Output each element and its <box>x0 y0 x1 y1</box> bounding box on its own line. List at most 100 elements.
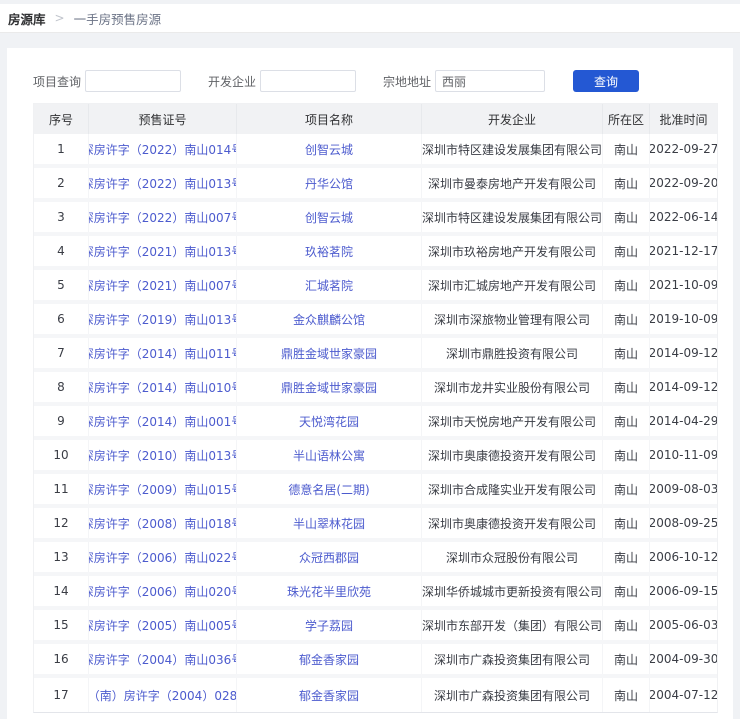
table-row: 2 深房许字（2022）南山013号 丹华公馆 深圳市曼泰房地产开发有限公司 南… <box>34 168 717 202</box>
breadcrumb: 房源库 > 一手房预售房源 <box>0 4 740 33</box>
district-cell: 南山 <box>603 202 650 232</box>
row-index: 17 <box>34 678 89 712</box>
row-index: 5 <box>34 270 89 300</box>
approval-date: 2006-09-15 <box>650 576 717 606</box>
cert-link[interactable]: 深房许字（2022）南山007号 <box>89 202 237 232</box>
district-cell: 南山 <box>603 304 650 334</box>
district-cell: 南山 <box>603 406 650 436</box>
content-card: 项目查询 开发企业 宗地地址 查询 序号 预售证号 项目名称 开发企业 所在区 … <box>7 48 733 719</box>
cert-link[interactable]: 深房许字（2021）南山007号 <box>89 270 237 300</box>
cert-link[interactable]: 深房许字（2004）南山036号 <box>89 644 237 674</box>
cert-link[interactable]: 深房许字（2022）南山014号 <box>89 134 237 164</box>
approval-date: 2008-09-25 <box>650 508 717 538</box>
project-link[interactable]: 创智云城 <box>237 134 422 164</box>
project-link[interactable]: 天悦湾花园 <box>237 406 422 436</box>
project-link[interactable]: 鼎胜金域世家豪园 <box>237 372 422 402</box>
breadcrumb-current: 一手房预售房源 <box>74 9 162 28</box>
filter-bar: 项目查询 开发企业 宗地地址 查询 <box>33 70 718 92</box>
district-cell: 南山 <box>603 372 650 402</box>
cert-link[interactable]: 深房许字（2005）南山005号 <box>89 610 237 640</box>
district-cell: 南山 <box>603 474 650 504</box>
developer-name: 深圳市玖裕房地产开发有限公司 <box>422 236 603 266</box>
developer-label: 开发企业 <box>208 73 256 90</box>
project-link[interactable]: 汇城茗院 <box>237 270 422 300</box>
developer-name: 深圳市奥康德投资开发有限公司 <box>422 508 603 538</box>
approval-date: 2021-12-17 <box>650 236 717 266</box>
project-link[interactable]: 玖裕茗院 <box>237 236 422 266</box>
col-header-index: 序号 <box>34 104 89 134</box>
cert-link[interactable]: 深房许字（2019）南山013号 <box>89 304 237 334</box>
cert-link[interactable]: 深房许字（2014）南山001号 <box>89 406 237 436</box>
approval-date: 2006-10-12 <box>650 542 717 572</box>
cert-link[interactable]: 深房许字（2009）南山015号 <box>89 474 237 504</box>
cert-link[interactable]: 深房许字（2006）南山022号 <box>89 542 237 572</box>
approval-date: 2022-09-20 <box>650 168 717 198</box>
table-row: 11 深房许字（2009）南山015号 德意名居(二期) 深圳市合成隆实业开发有… <box>34 474 717 508</box>
cert-link[interactable]: 深房许字（2021）南山013号 <box>89 236 237 266</box>
col-header-cert: 预售证号 <box>89 104 237 134</box>
project-link[interactable]: 德意名居(二期) <box>237 474 422 504</box>
district-cell: 南山 <box>603 542 650 572</box>
developer-name: 深圳市鼎胜投资有限公司 <box>422 338 603 368</box>
project-link[interactable]: 半山翠林花园 <box>237 508 422 538</box>
cert-link[interactable]: 深房许字（2008）南山018号 <box>89 508 237 538</box>
address-label: 宗地地址 <box>383 73 431 90</box>
cert-link[interactable]: 深房许字（2014）南山011号 <box>89 338 237 368</box>
district-cell: 南山 <box>603 134 650 164</box>
approval-date: 2010-11-09 <box>650 440 717 470</box>
cert-link[interactable]: 深房许字（2014）南山010号 <box>89 372 237 402</box>
table-row: 3 深房许字（2022）南山007号 创智云城 深圳市特区建设发展集团有限公司 … <box>34 202 717 236</box>
project-link[interactable]: 金众麒麟公馆 <box>237 304 422 334</box>
table-row: 17 深（南）房许字（2004）028号 郁金香家园 深圳市广森投资集团有限公司… <box>34 678 717 712</box>
project-link[interactable]: 创智云城 <box>237 202 422 232</box>
table-row: 16 深房许字（2004）南山036号 郁金香家园 深圳市广森投资集团有限公司 … <box>34 644 717 678</box>
approval-date: 2019-10-09 <box>650 304 717 334</box>
row-index: 2 <box>34 168 89 198</box>
district-cell: 南山 <box>603 508 650 538</box>
district-cell: 南山 <box>603 440 650 470</box>
table-row: 13 深房许字（2006）南山022号 众冠西郡园 深圳市众冠股份有限公司 南山… <box>34 542 717 576</box>
project-link[interactable]: 半山语林公寓 <box>237 440 422 470</box>
table-row: 15 深房许字（2005）南山005号 学子荔园 深圳市东部开发（集团）有限公司… <box>34 610 717 644</box>
row-index: 4 <box>34 236 89 266</box>
cert-link[interactable]: 深房许字（2022）南山013号 <box>89 168 237 198</box>
approval-date: 2014-04-29 <box>650 406 717 436</box>
col-header-district: 所在区 <box>603 104 650 134</box>
developer-name: 深圳市龙井实业股份有限公司 <box>422 372 603 402</box>
row-index: 11 <box>34 474 89 504</box>
developer-name: 深圳市合成隆实业开发有限公司 <box>422 474 603 504</box>
table-row: 12 深房许字（2008）南山018号 半山翠林花园 深圳市奥康德投资开发有限公… <box>34 508 717 542</box>
project-search-input[interactable] <box>85 70 181 92</box>
breadcrumb-root[interactable]: 房源库 <box>8 9 46 28</box>
project-link[interactable]: 丹华公馆 <box>237 168 422 198</box>
address-input[interactable] <box>435 70 545 92</box>
cert-link[interactable]: 深房许字（2006）南山020号 <box>89 576 237 606</box>
table-row: 4 深房许字（2021）南山013号 玖裕茗院 深圳市玖裕房地产开发有限公司 南… <box>34 236 717 270</box>
table-header-row: 序号 预售证号 项目名称 开发企业 所在区 批准时间 <box>34 104 717 134</box>
row-index: 15 <box>34 610 89 640</box>
row-index: 12 <box>34 508 89 538</box>
project-link[interactable]: 郁金香家园 <box>237 644 422 674</box>
project-link[interactable]: 鼎胜金域世家豪园 <box>237 338 422 368</box>
project-link[interactable]: 郁金香家园 <box>237 678 422 712</box>
approval-date: 2014-09-12 <box>650 372 717 402</box>
search-button[interactable]: 查询 <box>573 70 639 92</box>
table-row: 7 深房许字（2014）南山011号 鼎胜金域世家豪园 深圳市鼎胜投资有限公司 … <box>34 338 717 372</box>
developer-name: 深圳市东部开发（集团）有限公司 <box>422 610 603 640</box>
developer-name: 深圳市曼泰房地产开发有限公司 <box>422 168 603 198</box>
cert-link[interactable]: 深（南）房许字（2004）028号 <box>89 678 237 712</box>
row-index: 3 <box>34 202 89 232</box>
district-cell: 南山 <box>603 338 650 368</box>
district-cell: 南山 <box>603 236 650 266</box>
row-index: 6 <box>34 304 89 334</box>
developer-input[interactable] <box>260 70 356 92</box>
project-link[interactable]: 珠光花半里欣苑 <box>237 576 422 606</box>
project-search-label: 项目查询 <box>33 73 81 90</box>
project-link[interactable]: 学子荔园 <box>237 610 422 640</box>
cert-link[interactable]: 深房许字（2010）南山013号 <box>89 440 237 470</box>
col-header-developer: 开发企业 <box>422 104 603 134</box>
approval-date: 2022-06-14 <box>650 202 717 232</box>
developer-name: 深圳华侨城城市更新投资有限公司 <box>422 576 603 606</box>
project-link[interactable]: 众冠西郡园 <box>237 542 422 572</box>
row-index: 9 <box>34 406 89 436</box>
